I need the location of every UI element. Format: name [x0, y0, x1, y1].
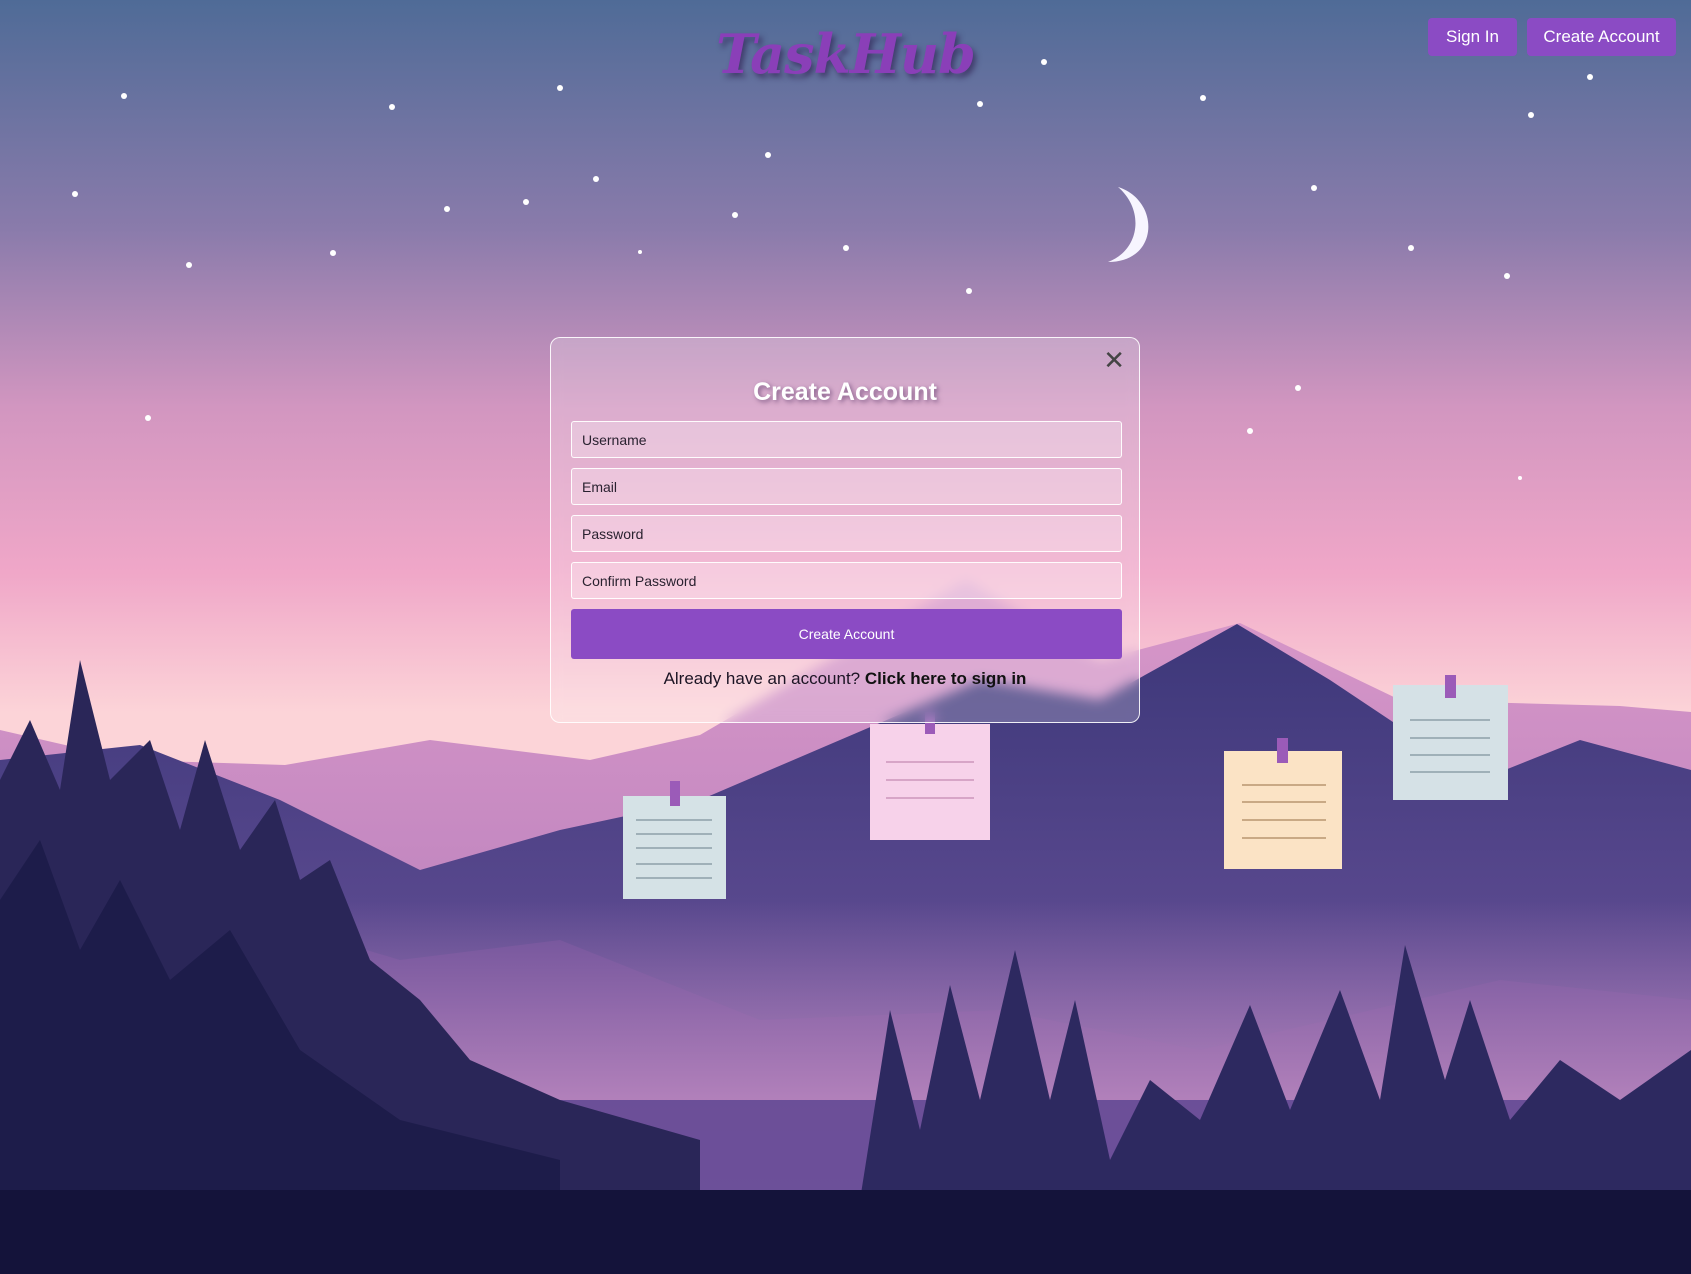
modal-title: Create Account [753, 378, 937, 406]
sticky-note-icon [1393, 675, 1508, 800]
signin-prompt-text: Already have an account? [663, 669, 861, 688]
create-account-submit-button[interactable]: Create Account [571, 609, 1122, 659]
signin-link[interactable]: Click here to sign in [865, 669, 1027, 688]
sticky-note-icon [870, 712, 990, 840]
confirm-password-input[interactable] [571, 562, 1122, 599]
signin-prompt-line: Already have an account? Click here to s… [551, 669, 1139, 689]
password-input[interactable] [571, 515, 1122, 552]
create-account-nav-button[interactable]: Create Account [1527, 18, 1676, 56]
username-input[interactable] [571, 421, 1122, 458]
sticky-note-icon [623, 781, 726, 899]
sticky-note-icon [1224, 738, 1342, 869]
create-account-modal: ✕ Create Account Create Account Already … [550, 337, 1140, 723]
close-icon[interactable]: ✕ [1103, 346, 1125, 376]
email-input[interactable] [571, 468, 1122, 505]
sign-in-button[interactable]: Sign In [1428, 18, 1517, 56]
